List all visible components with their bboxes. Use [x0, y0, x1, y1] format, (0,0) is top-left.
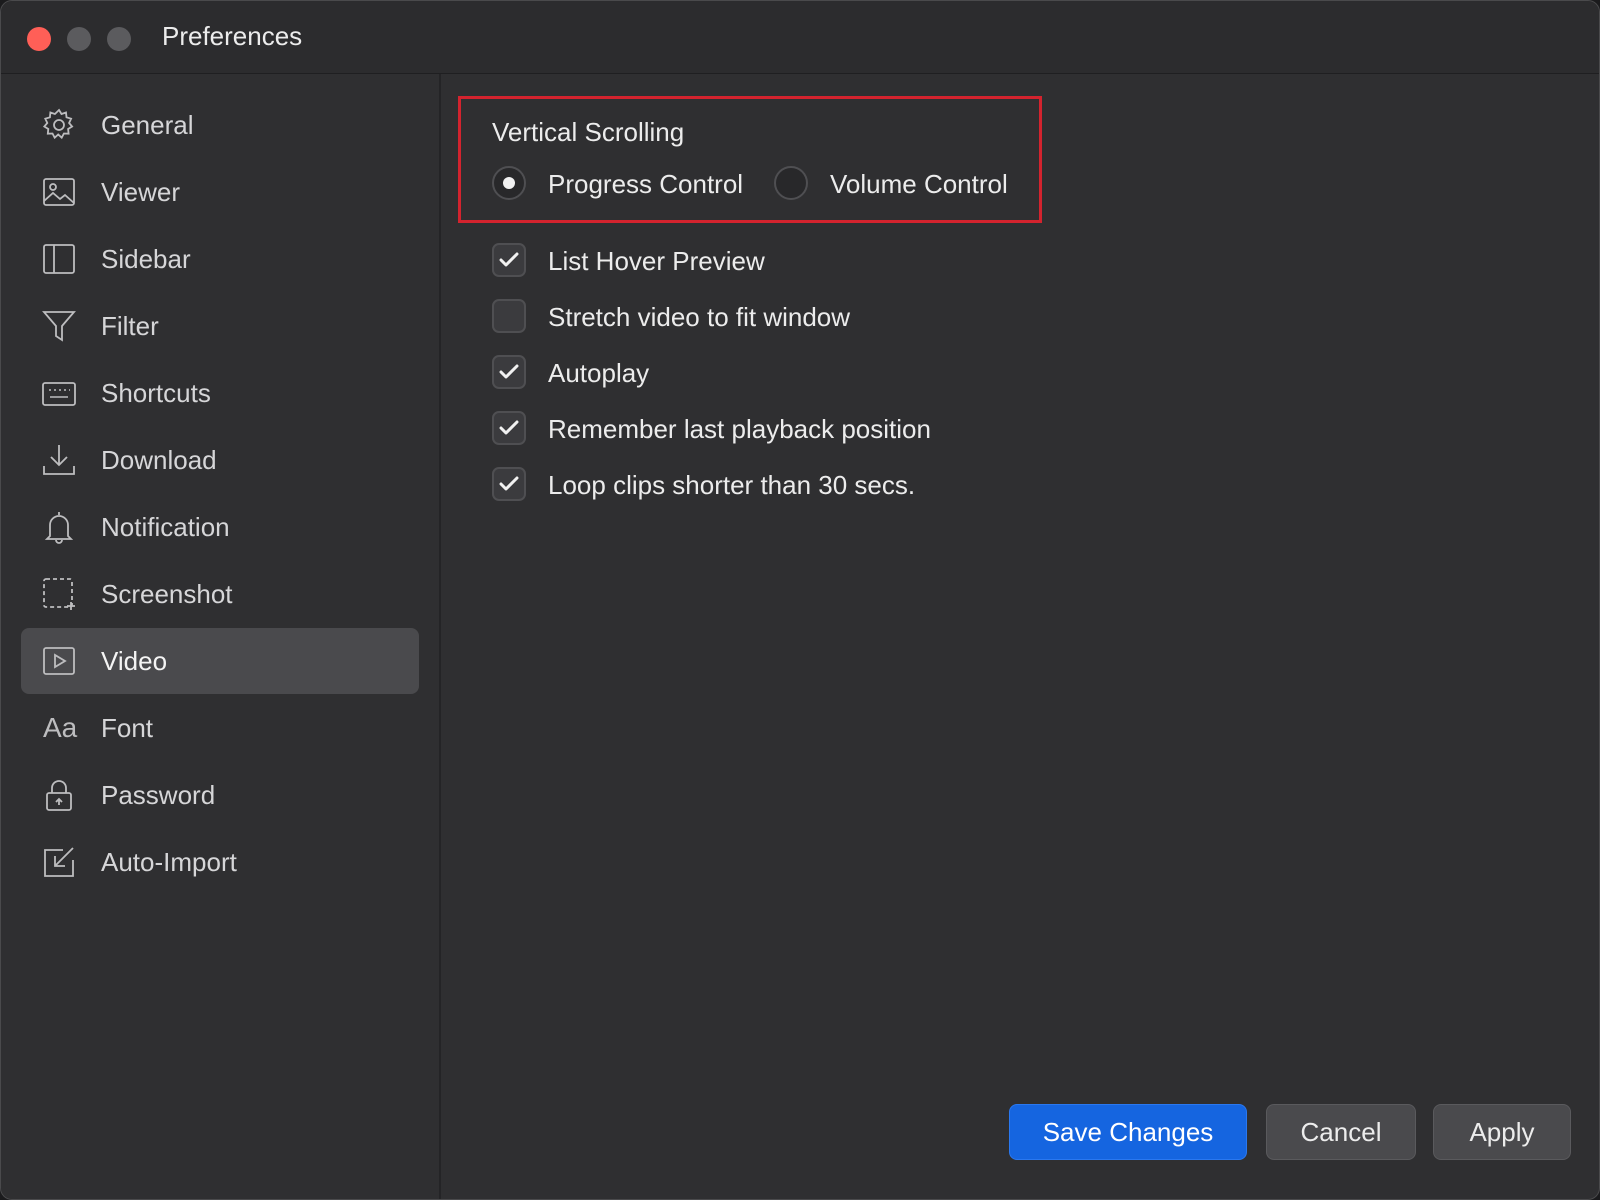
preferences-window: Preferences General Viewer Sidebar Filte… [0, 0, 1600, 1200]
checkbox-label: Remember last playback position [548, 414, 931, 444]
sidebar: General Viewer Sidebar Filter Shortcuts … [1, 74, 441, 1199]
sidebar-item-label: Auto-Import [101, 847, 237, 877]
sidebar-item-video[interactable]: Video [21, 628, 419, 694]
radio-label: Volume Control [830, 169, 1008, 199]
image-icon [41, 174, 77, 210]
sidebar-item-label: General [101, 110, 194, 140]
gear-icon [41, 107, 77, 143]
checkbox-label: Autoplay [548, 358, 650, 388]
font-icon: Aa [43, 712, 78, 743]
sidebar-item-auto-import[interactable]: Auto-Import [21, 829, 419, 895]
video-settings-panel: Vertical Scrolling Progress Control Volu… [441, 74, 1599, 1199]
checkbox-unchecked[interactable] [492, 299, 526, 333]
checkmark-icon [499, 420, 519, 435]
checkbox-checked[interactable] [492, 411, 526, 445]
lock-icon [41, 777, 77, 813]
sidebar-item-label: Password [101, 780, 216, 810]
checkbox-checked[interactable] [492, 355, 526, 389]
radio-label: Progress Control [548, 169, 744, 199]
sidebar-item-label: Notification [101, 512, 230, 542]
screenshot-icon [41, 576, 77, 612]
video-icon [41, 643, 77, 679]
sidebar-item-font[interactable]: Aa Font [21, 695, 419, 761]
checkmark-icon [499, 364, 519, 379]
checkbox-label: Loop clips shorter than 30 secs. [548, 470, 916, 500]
sidebar-item-sidebar[interactable]: Sidebar [21, 226, 419, 292]
sidebar-item-label: Sidebar [101, 244, 191, 274]
checkbox-label: Stretch video to fit window [548, 302, 851, 332]
sidebar-item-viewer[interactable]: Viewer [21, 159, 419, 225]
vertical-scrolling-title: Vertical Scrolling [492, 117, 685, 147]
import-icon [41, 844, 77, 880]
download-icon [41, 442, 77, 478]
save-changes-button[interactable]: Save Changes [1009, 1104, 1247, 1160]
checkbox-checked[interactable] [492, 243, 526, 277]
checkbox-label: List Hover Preview [548, 246, 765, 276]
funnel-icon [41, 308, 77, 344]
minimize-window-button[interactable] [67, 27, 91, 51]
sidebar-item-password[interactable]: Password [21, 762, 419, 828]
sidebar-item-shortcuts[interactable]: Shortcuts [21, 360, 419, 426]
sidebar-item-label: Download [101, 445, 217, 475]
vertical-scrolling-highlight [458, 96, 1042, 223]
sidebar-item-general[interactable]: General [21, 92, 419, 158]
sidebar-item-notification[interactable]: Notification [21, 494, 419, 560]
sidebar-item-label: Font [101, 713, 154, 743]
title-bar: Preferences [1, 1, 1599, 74]
sidebar-icon [41, 241, 77, 277]
checkbox-checked[interactable] [492, 467, 526, 501]
sidebar-item-filter[interactable]: Filter [21, 293, 419, 359]
sidebar-item-label: Filter [101, 311, 159, 341]
sidebar-item-label: Screenshot [101, 579, 233, 609]
checkmark-icon [499, 252, 519, 267]
sidebar-item-label: Video [101, 646, 168, 676]
sidebar-item-screenshot[interactable]: Screenshot [21, 561, 419, 627]
radio-button[interactable] [774, 166, 808, 200]
checkmark-icon [499, 476, 519, 491]
window-title: Preferences [162, 21, 303, 51]
bell-icon [41, 509, 77, 545]
maximize-window-button[interactable] [107, 27, 131, 51]
radio-button-selected[interactable] [492, 166, 526, 200]
close-window-button[interactable] [27, 27, 51, 51]
cancel-button[interactable]: Cancel [1266, 1104, 1416, 1160]
sidebar-item-download[interactable]: Download [21, 427, 419, 493]
apply-button[interactable]: Apply [1433, 1104, 1571, 1160]
sidebar-item-label: Shortcuts [101, 378, 211, 408]
keyboard-icon [41, 375, 77, 411]
sidebar-item-label: Viewer [101, 177, 181, 207]
